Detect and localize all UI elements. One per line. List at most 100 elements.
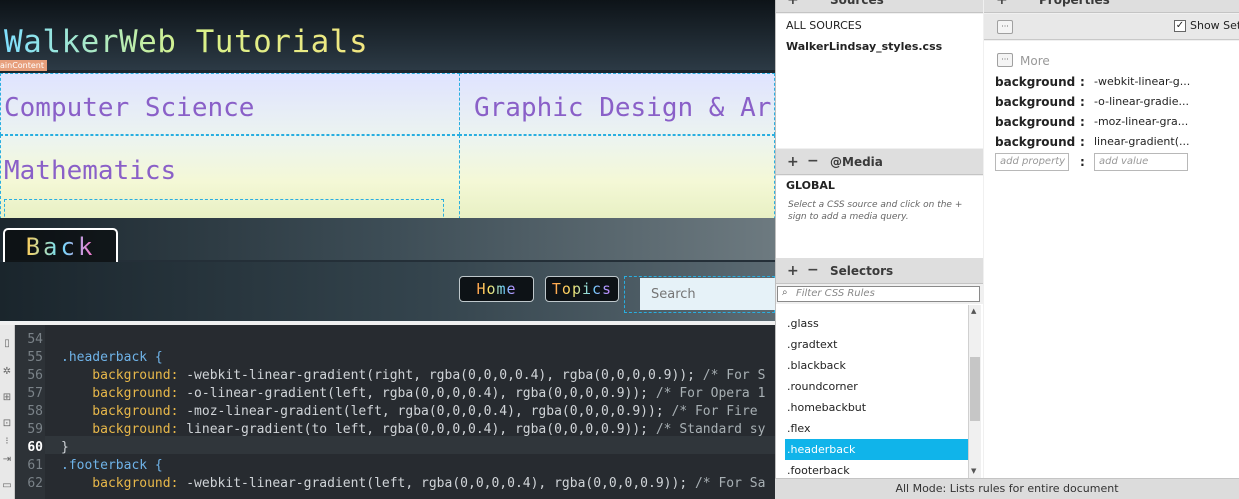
add-selector-icon[interactable]: +: [787, 258, 799, 284]
site-title: WalkerWeb Tutorials: [4, 24, 369, 60]
css-property: background:: [61, 404, 179, 419]
selector-item[interactable]: .flex: [785, 418, 968, 439]
add-source-icon[interactable]: +: [787, 0, 799, 13]
code-line[interactable]: background: -moz-linear-gradient(left, r…: [61, 403, 757, 421]
status-bar: All Mode: Lists rules for entire documen…: [775, 478, 1239, 499]
topics-button[interactable]: Topics: [545, 276, 619, 302]
indent-icon[interactable]: ⇥: [1, 454, 13, 466]
subject-link-mathematics[interactable]: Mathematics: [4, 156, 176, 186]
properties-toolbar: ··· ✓ Show Set: [984, 14, 1239, 40]
scrollbar-thumb[interactable]: [970, 357, 980, 421]
scroll-down-icon[interactable]: ▼: [971, 467, 976, 475]
line-number: 55: [27, 350, 43, 365]
line-number: 59: [27, 422, 43, 437]
property-colon: :: [1080, 75, 1085, 89]
code-line[interactable]: .footerback {: [61, 457, 163, 475]
css-property: background:: [61, 386, 179, 401]
property-value[interactable]: -o-linear-gradie...: [1094, 95, 1194, 108]
topics-button-label: Topics: [551, 280, 613, 298]
property-name: background: [995, 75, 1076, 89]
property-colon: :: [1080, 115, 1085, 129]
search-icon: ⌕: [782, 287, 788, 298]
show-set-checkbox[interactable]: ✓: [1174, 20, 1186, 32]
more-label[interactable]: More: [1020, 54, 1050, 68]
subject-link-graphic-design[interactable]: Graphic Design & Ar: [474, 93, 771, 123]
properties-plus-icon[interactable]: +: [996, 0, 1008, 13]
collapse-icon[interactable]: ✲: [1, 366, 13, 378]
balance-braces-icon[interactable]: ⁝: [1, 436, 13, 448]
code-view[interactable]: ▯ ✲ ⊞ ⊡ ⁝ ⇥ ▭ 54 55 56 57 58 59 60 61 62…: [0, 325, 775, 499]
add-property-input[interactable]: add property: [995, 153, 1069, 171]
property-colon: :: [1080, 135, 1085, 149]
filter-css-rules-input[interactable]: ⌕ Filter CSS Rules: [777, 286, 980, 302]
select-parent-icon[interactable]: ⊡: [1, 418, 13, 430]
home-button[interactable]: Home: [459, 276, 534, 302]
properties-header: + Properties: [984, 0, 1239, 13]
source-file-item[interactable]: WalkerLindsay_styles.css: [786, 40, 942, 53]
remove-selector-icon[interactable]: −: [807, 257, 819, 283]
subject-link-computer-science[interactable]: Computer Science: [4, 93, 254, 123]
css-property: background:: [61, 476, 179, 491]
code-line[interactable]: background: -webkit-linear-gradient(righ…: [61, 367, 765, 385]
file-icon[interactable]: ▯: [1, 338, 13, 350]
selectors-scrollbar[interactable]: ▲ ▼: [968, 305, 981, 478]
home-button-label: Home: [476, 280, 517, 298]
media-title: @Media: [830, 155, 883, 169]
css-comment: /* For Sa: [694, 476, 766, 491]
properties-title: Properties: [1039, 0, 1110, 7]
global-media-item[interactable]: GLOBAL: [786, 179, 835, 192]
property-value[interactable]: linear-gradient(...: [1094, 135, 1194, 148]
selectors-title: Selectors: [830, 264, 894, 278]
add-value-input[interactable]: add value: [1094, 153, 1188, 171]
property-name: background: [995, 95, 1076, 109]
selector-item-selected[interactable]: .headerback: [785, 439, 968, 460]
remove-media-icon[interactable]: −: [807, 148, 819, 174]
code-line[interactable]: background: -webkit-linear-gradient(left…: [61, 475, 765, 493]
closing-brace: }: [61, 440, 69, 455]
selector-item[interactable]: .blackback: [785, 355, 968, 376]
show-set-label: Show Set: [1190, 19, 1239, 32]
expand-icon[interactable]: ⊞: [1, 392, 13, 404]
selector-item[interactable]: .roundcorner: [785, 376, 968, 397]
code-line[interactable]: .headerback {: [61, 349, 163, 367]
back-button-label: Back: [25, 233, 96, 261]
css-selector: .footerback {: [61, 458, 163, 473]
css-value: -webkit-linear-gradient(left, rgba(0,0,0…: [178, 476, 695, 491]
selector-item[interactable]: .footerback: [785, 460, 968, 478]
live-view[interactable]: WalkerWeb Tutorials ainContent Computer …: [0, 0, 775, 322]
selector-item[interactable]: .glass: [785, 313, 968, 334]
css-selector: .headerback {: [61, 350, 163, 365]
search-input[interactable]: [640, 278, 775, 310]
scroll-up-icon[interactable]: ▲: [971, 307, 976, 315]
dreamweaver-window: WalkerWeb Tutorials ainContent Computer …: [0, 0, 1239, 499]
css-comment: /* Standard sy: [655, 422, 766, 437]
sources-header: + Sources: [776, 0, 983, 13]
all-sources-item[interactable]: ALL SOURCES: [786, 19, 862, 32]
line-number: 57: [27, 386, 43, 401]
line-number: 54: [27, 332, 43, 347]
property-value[interactable]: -moz-linear-gra...: [1094, 115, 1194, 128]
selector-item[interactable]: .homebackbut: [785, 397, 968, 418]
sources-list: [776, 14, 983, 148]
css-value: linear-gradient(to left, rgba(0,0,0,0.4)…: [178, 422, 656, 437]
layout-icon[interactable]: ···: [997, 20, 1013, 34]
code-line[interactable]: background: -o-linear-gradient(left, rgb…: [61, 385, 765, 403]
code-toolbar: ▯ ✲ ⊞ ⊡ ⁝ ⇥ ▭: [0, 325, 15, 499]
main-content-tag[interactable]: ainContent: [0, 60, 48, 71]
property-value[interactable]: -webkit-linear-g...: [1094, 75, 1194, 88]
css-value: -moz-linear-gradient(left, rgba(0,0,0,0.…: [178, 404, 672, 419]
comment-icon[interactable]: ▭: [1, 480, 13, 492]
code-line[interactable]: background: linear-gradient(to left, rgb…: [61, 421, 765, 439]
code-line-active[interactable]: }: [61, 439, 69, 457]
property-name: background: [995, 115, 1076, 129]
split-divider[interactable]: [0, 321, 775, 322]
css-property: background:: [61, 368, 179, 383]
filter-placeholder: Filter CSS Rules: [796, 288, 875, 299]
more-icon[interactable]: ···: [997, 53, 1013, 67]
line-number: 62: [27, 476, 43, 491]
selector-item[interactable]: .gradtext: [785, 334, 968, 355]
line-number: 56: [27, 368, 43, 383]
css-property: background:: [61, 422, 179, 437]
css-value: -webkit-linear-gradient(right, rgba(0,0,…: [178, 368, 703, 383]
add-media-icon[interactable]: +: [787, 149, 799, 175]
